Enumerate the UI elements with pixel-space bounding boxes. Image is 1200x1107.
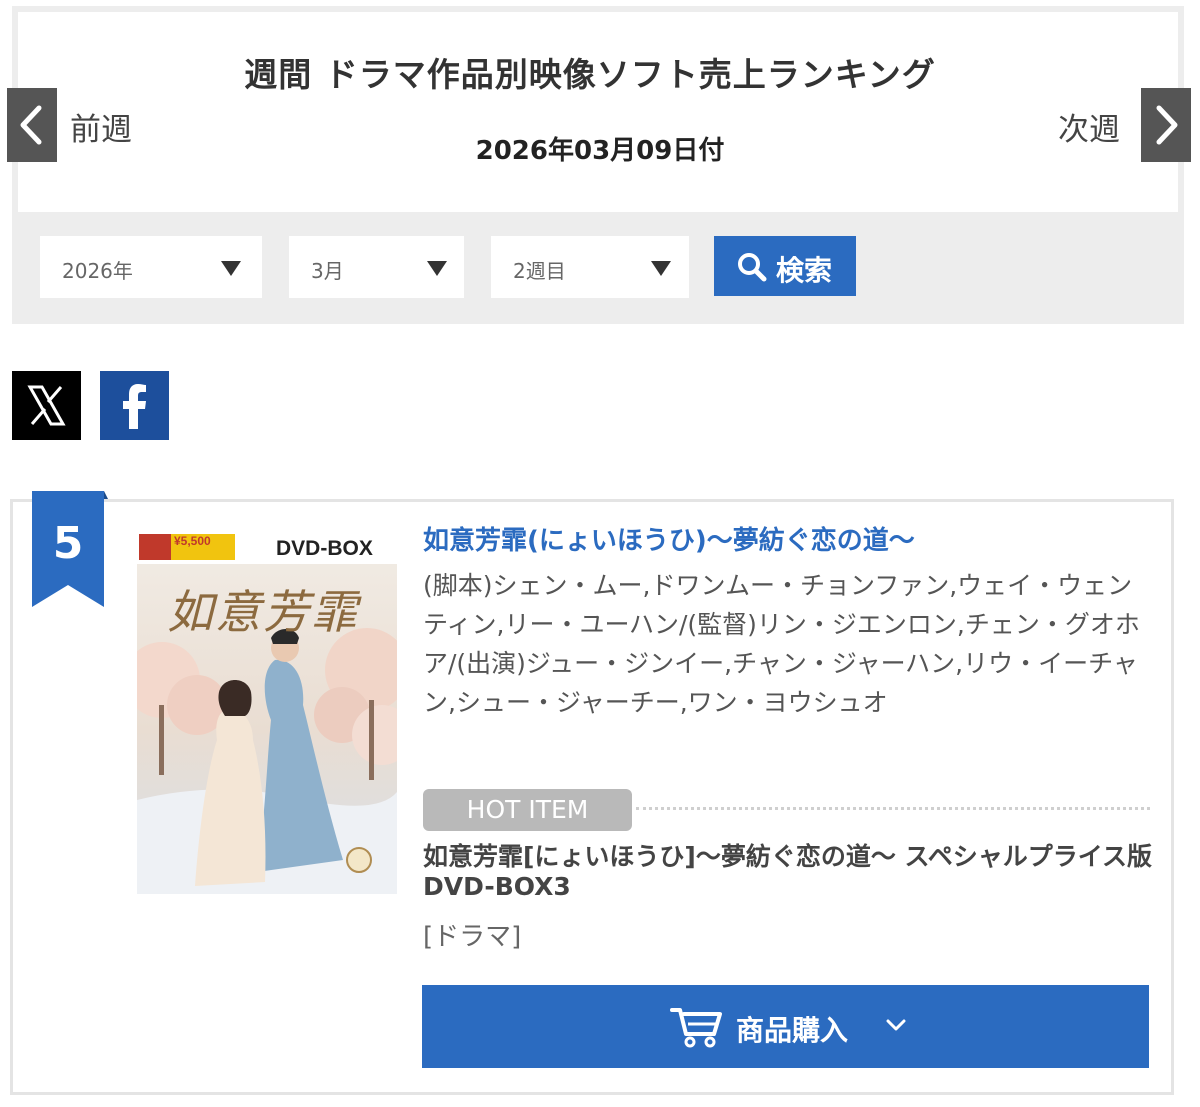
page-title: 週間 ドラマ作品別映像ソフト売上ランキング xyxy=(244,55,936,94)
x-logo-icon xyxy=(27,385,66,426)
buy-product-button[interactable]: 商品購入 xyxy=(422,985,1149,1068)
product-jacket-image[interactable]: ¥5,500 DVD-BOX 如意芳霏 xyxy=(137,530,397,894)
product-name: 如意芳霏[にょいほうひ]〜夢紡ぐ恋の道〜 スペシャルプライス版DVD-BOX3 xyxy=(423,842,1153,901)
credits-text: (脚本)シェン・ムー,ドワンムー・チョンファン,ウェイ・ウェンティン,リー・ユー… xyxy=(423,571,1140,717)
ranking-header xyxy=(18,12,1178,212)
work-title-link[interactable]: 如意芳霏(にょいほうひ)〜夢紡ぐ恋の道〜 xyxy=(423,520,915,557)
hot-item-badge: HOT ITEM xyxy=(423,789,632,831)
share-facebook-button[interactable] xyxy=(100,371,169,440)
genre-label: [ドラマ] xyxy=(423,922,522,952)
search-button[interactable]: 検索 xyxy=(714,236,856,296)
dropdown-caret-icon xyxy=(221,261,241,276)
year-select-value: 2026年 xyxy=(62,259,133,283)
search-button-label: 検索 xyxy=(776,254,833,287)
jacket-title-text: 如意芳霏 xyxy=(167,585,359,639)
search-icon xyxy=(738,253,767,282)
month-select-value: 3月 xyxy=(311,259,344,283)
previous-week-link[interactable]: 前週 xyxy=(70,104,132,149)
dropdown-caret-icon xyxy=(427,261,447,276)
jacket-price-text: ¥5,500 xyxy=(174,534,211,548)
rank-number: 5 xyxy=(52,518,84,569)
week-select[interactable]: 2週目 xyxy=(491,236,689,298)
ranking-date: 2026年03月09日付 xyxy=(475,136,725,166)
cart-icon xyxy=(670,1008,722,1048)
previous-week-button[interactable] xyxy=(7,88,57,162)
dropdown-caret-icon xyxy=(651,261,671,276)
chevron-down-icon xyxy=(886,1019,906,1031)
next-week-button[interactable] xyxy=(1141,88,1191,162)
chevron-right-icon xyxy=(1156,105,1178,145)
share-x-button[interactable] xyxy=(12,371,81,440)
next-week-link[interactable]: 次週 xyxy=(1058,104,1120,149)
week-select-value: 2週目 xyxy=(513,259,566,283)
jacket-dvd-box-text: DVD-BOX xyxy=(276,537,373,560)
chevron-left-icon xyxy=(20,105,42,145)
buy-button-label: 商品購入 xyxy=(736,1014,849,1047)
month-select[interactable]: 3月 xyxy=(289,236,464,298)
year-select[interactable]: 2026年 xyxy=(40,236,262,298)
divider xyxy=(636,807,1150,810)
facebook-logo-icon xyxy=(123,384,146,429)
